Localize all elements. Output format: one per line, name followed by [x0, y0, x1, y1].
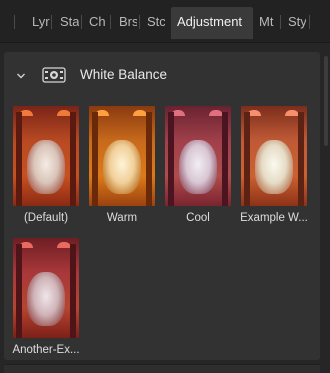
- pillar-shape: [70, 112, 76, 206]
- pillar-shape: [244, 112, 250, 206]
- preset-warm[interactable]: Warm: [87, 106, 157, 224]
- lamp-shape: [285, 110, 299, 116]
- lamp-shape: [133, 110, 147, 116]
- tab-separator: [14, 15, 15, 29]
- preset-label: Example W...: [240, 212, 308, 224]
- tab-layers[interactable]: Lyr: [32, 7, 50, 39]
- subject-shape: [103, 140, 141, 194]
- pillar-shape: [70, 244, 76, 338]
- tab-separator: [139, 15, 140, 29]
- preset-label: Warm: [106, 212, 138, 224]
- pillar-shape: [16, 112, 22, 206]
- subject-shape: [27, 140, 65, 194]
- white-balance-section-header[interactable]: White Balance: [4, 58, 320, 92]
- lamp-shape: [57, 110, 71, 116]
- subject-shape: [27, 272, 65, 326]
- pillar-shape: [16, 244, 22, 338]
- tab-bar: Lyr Sta Ch Brs Stc Adjustment Mt Sty: [0, 0, 330, 43]
- lamp-shape: [57, 242, 71, 248]
- pillar-shape: [168, 112, 174, 206]
- tab-separator: [309, 15, 310, 29]
- preset-thumbnail[interactable]: [165, 106, 231, 206]
- preset-label: Another-Ex...: [12, 344, 80, 356]
- preset-another-example[interactable]: Another-Ex...: [11, 238, 81, 356]
- pillar-shape: [92, 112, 98, 206]
- tab-adjustment[interactable]: Adjustment: [171, 7, 253, 39]
- pillar-shape: [298, 112, 304, 206]
- pillar-shape: [222, 112, 228, 206]
- preset-thumbnail[interactable]: [241, 106, 307, 206]
- tab-channels[interactable]: Ch: [89, 7, 107, 39]
- tab-materials[interactable]: Mt: [259, 7, 277, 39]
- tab-stock-alt[interactable]: Stc: [147, 7, 165, 39]
- section-title: White Balance: [80, 67, 168, 82]
- tab-separator: [51, 15, 52, 29]
- preset-thumbnail[interactable]: [13, 238, 79, 338]
- preset-thumbnail[interactable]: [89, 106, 155, 206]
- chevron-down-icon[interactable]: [16, 71, 26, 81]
- subject-shape: [255, 140, 293, 194]
- preset-default[interactable]: (Default): [11, 106, 81, 224]
- preset-label: Cool: [186, 212, 210, 224]
- preset-label: (Default): [23, 212, 69, 224]
- tab-styles[interactable]: Sty: [288, 7, 306, 39]
- subject-shape: [179, 140, 217, 194]
- pillar-shape: [146, 112, 152, 206]
- tab-brushes[interactable]: Brs: [119, 7, 137, 39]
- preset-thumbnail[interactable]: [13, 106, 79, 206]
- lamp-shape: [209, 110, 223, 116]
- tab-separator: [81, 15, 82, 29]
- tab-separator: [110, 15, 111, 29]
- tab-separator: [280, 15, 281, 29]
- white-balance-icon: [42, 67, 66, 83]
- preset-example-white[interactable]: Example W...: [239, 106, 309, 224]
- preset-cool[interactable]: Cool: [163, 106, 233, 224]
- tab-stock[interactable]: Sta: [60, 7, 79, 39]
- scrollbar-thumb[interactable]: [324, 56, 328, 146]
